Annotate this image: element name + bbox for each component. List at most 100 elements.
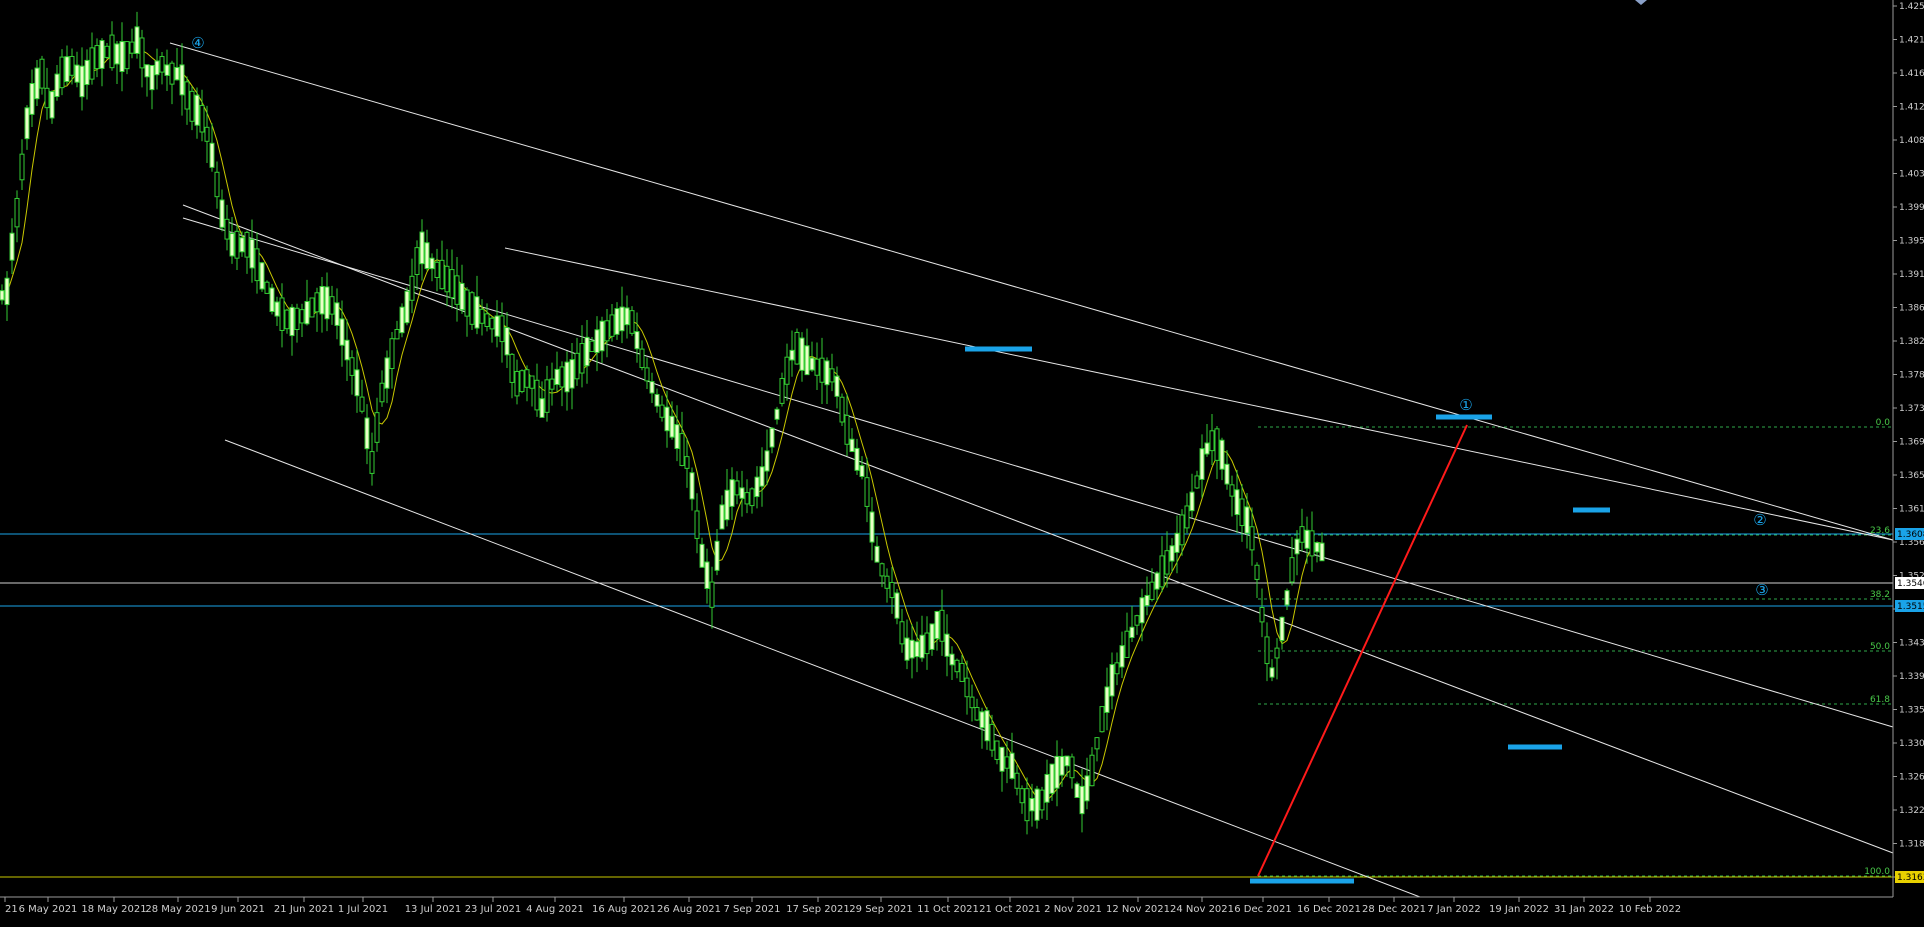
fib-level-label: 0.0: [1876, 418, 1891, 428]
candle-body: [874, 545, 880, 563]
candle-body: [994, 740, 1000, 760]
candle-body: [29, 82, 35, 115]
fib-level-label: 61.8: [1870, 695, 1890, 705]
x-tick-label: 9 Jun 2021: [211, 904, 265, 915]
candle-body: [954, 659, 960, 673]
candle-body: [1219, 439, 1225, 470]
candle-body: [429, 257, 435, 270]
candle-body: [1234, 489, 1240, 516]
price-chart[interactable]: 0.023.638.250.061.8100.0 ④①②③ 1.42571.42…: [0, 0, 1924, 923]
candle-body: [374, 412, 380, 443]
candle-body: [1279, 616, 1285, 642]
candle-body: [849, 438, 855, 453]
candle-body: [279, 297, 285, 331]
candle-body: [949, 653, 955, 666]
x-tick-label: 12 Nov 2021: [1106, 904, 1170, 915]
candle-body: [1004, 756, 1010, 769]
candle-body: [14, 197, 20, 228]
candle-body: [64, 56, 70, 83]
candle-body: [679, 433, 685, 466]
candle-body: [649, 381, 655, 394]
candle-body: [769, 427, 775, 448]
candle-body: [624, 307, 630, 326]
candle-body: [939, 609, 945, 642]
candle-body: [854, 447, 860, 471]
candle-body: [209, 142, 215, 168]
candle-body: [329, 296, 335, 315]
x-tick-label: 19 Jan 2022: [1489, 904, 1549, 915]
candle-body: [69, 55, 75, 76]
candle-body: [714, 540, 720, 571]
candle-body: [634, 331, 640, 350]
candle-body: [1289, 557, 1295, 583]
candle-body: [4, 277, 10, 306]
candle-body: [344, 339, 350, 361]
candle-body: [799, 337, 805, 371]
candle-body: [1154, 572, 1160, 590]
candle-body: [404, 290, 410, 324]
candle-body: [534, 379, 540, 411]
candle-body: [1014, 772, 1020, 789]
candle-body: [844, 414, 850, 445]
candle-body: [1269, 667, 1275, 678]
candle-body: [239, 237, 245, 253]
candle-body: [1174, 532, 1180, 553]
candle-body: [1129, 626, 1135, 639]
candle-body: [454, 275, 460, 305]
y-tick-label: 1.3824: [1899, 337, 1924, 347]
candle-body: [199, 105, 205, 133]
candle-body: [484, 313, 490, 327]
y-tick-label: 1.3653: [1899, 471, 1924, 481]
x-tick-label: 16 Aug 2021: [592, 904, 656, 915]
candle-body: [149, 64, 155, 91]
candle-body: [674, 424, 680, 450]
candle-body: [509, 353, 515, 383]
candle-body: [644, 367, 650, 382]
candle-body: [619, 306, 625, 332]
x-tick-label: 28 May 2021: [145, 904, 210, 915]
candle-body: [304, 301, 310, 325]
candle-body: [259, 262, 265, 290]
candle-body: [424, 242, 430, 269]
candle-body: [689, 472, 695, 500]
candle-body: [359, 396, 365, 412]
candle-body: [944, 633, 950, 657]
candle-body: [1179, 514, 1185, 546]
candle-body: [234, 230, 240, 259]
candle-body: [1064, 755, 1070, 767]
candle-body: [1284, 590, 1290, 606]
y-tick-label: 1.3696: [1899, 438, 1924, 448]
x-tick-label: 24 Nov 2021: [1170, 904, 1234, 915]
y-tick-label: 1.3309: [1899, 739, 1924, 749]
candle-body: [414, 247, 420, 276]
candle-body: [89, 47, 95, 80]
x-tick-label: 31 Jan 2022: [1554, 904, 1614, 915]
candle-body: [879, 563, 885, 577]
candle-body: [434, 261, 440, 279]
candle-body: [1139, 597, 1145, 624]
candle-body: [179, 64, 185, 96]
candle-body: [1194, 475, 1200, 489]
candle-body: [9, 232, 15, 261]
candle-body: [789, 349, 795, 361]
candle-body: [1069, 756, 1075, 779]
candle-body: [554, 368, 560, 386]
candle-body: [229, 233, 235, 257]
candle-body: [754, 476, 760, 498]
y-tick-label: 1.3180: [1899, 840, 1924, 850]
x-tick-label: 13 Jul 2021: [405, 904, 462, 915]
x-tick-label: 26 Aug 2021: [657, 904, 721, 915]
candle-body: [1149, 581, 1155, 600]
candle-body: [934, 611, 940, 640]
candle-body: [1274, 647, 1280, 659]
candle-body: [529, 375, 535, 389]
candle-body: [709, 581, 715, 608]
candle-body: [169, 62, 175, 85]
candle-body: [399, 306, 405, 334]
candle-body: [129, 41, 135, 54]
candle-body: [369, 451, 375, 474]
candle-body: [1184, 505, 1190, 529]
y-tick-label: 1.3781: [1899, 371, 1924, 381]
chart-canvas[interactable]: 0.023.638.250.061.8100.0 ④①②③ 1.42571.42…: [0, 0, 1924, 923]
candle-body: [839, 396, 845, 423]
